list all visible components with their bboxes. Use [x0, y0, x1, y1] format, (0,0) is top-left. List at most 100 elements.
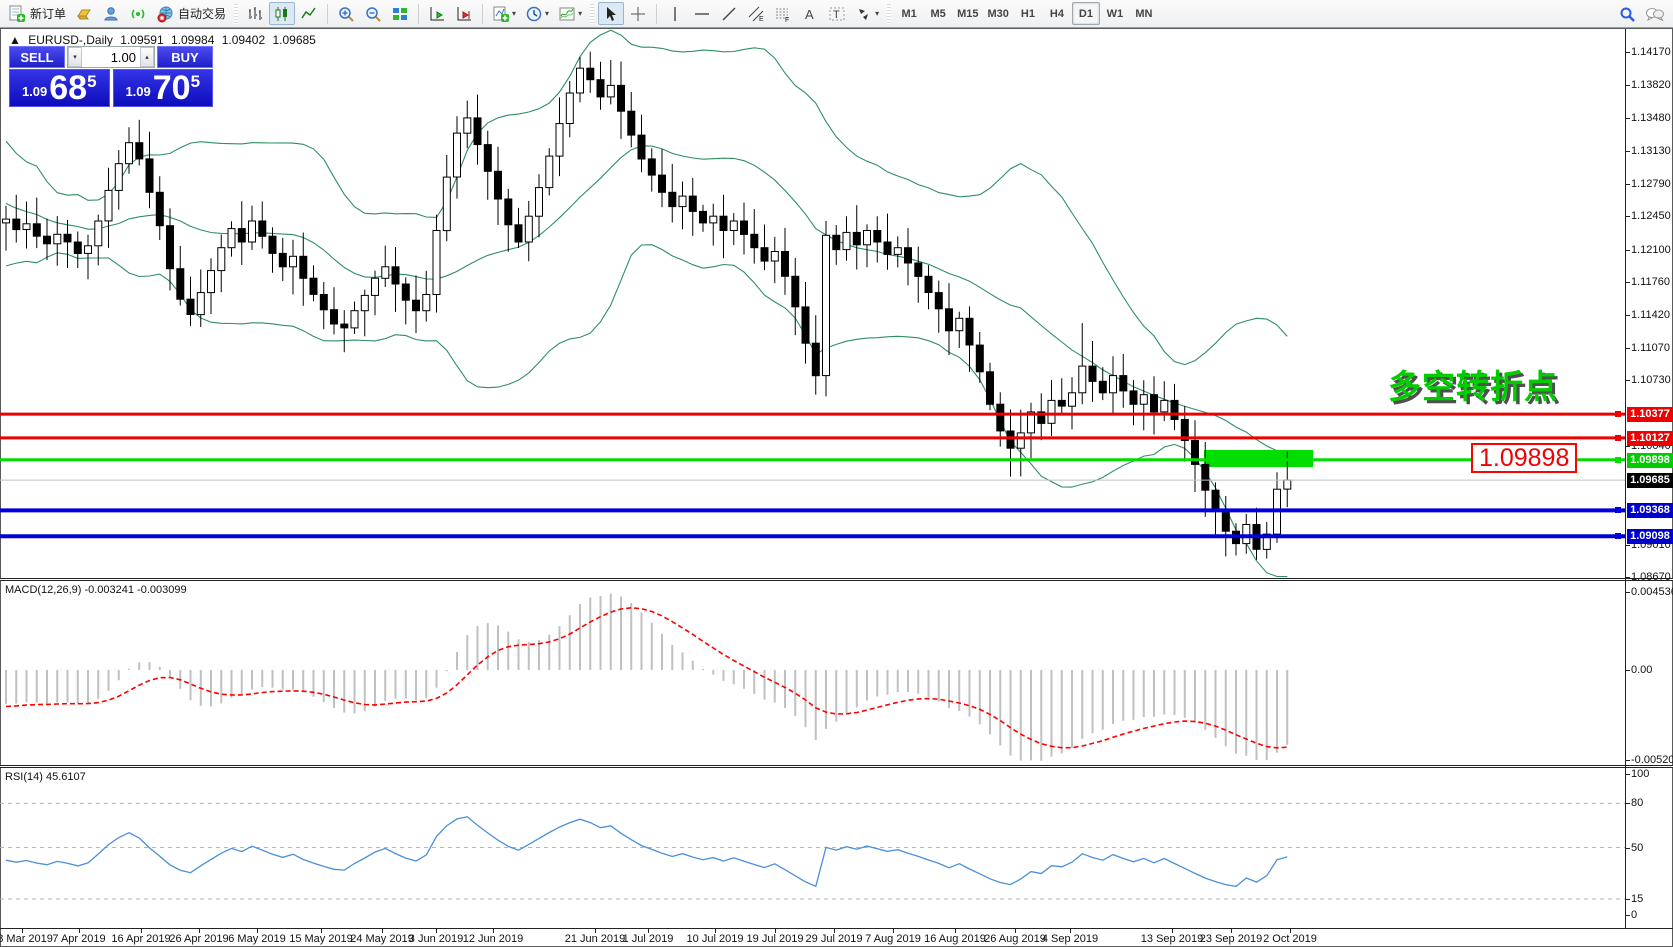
volume-increase-button[interactable]: ▴: [140, 47, 154, 67]
volume-input[interactable]: [82, 47, 140, 67]
line-anchor-marker[interactable]: [1615, 457, 1621, 463]
timeframe-button-H1[interactable]: H1: [1014, 2, 1042, 25]
timeframe-button-H4[interactable]: H4: [1043, 2, 1071, 25]
price-axis-tickmark: [1625, 118, 1630, 119]
line-anchor-marker[interactable]: [1615, 435, 1621, 441]
rsi-label: RSI(14) 45.6107: [5, 771, 86, 783]
text-button[interactable]: A: [797, 2, 823, 25]
price-axis-tick-label: 1.08670: [1631, 571, 1671, 583]
time-axis-label[interactable]: 15 May 2019: [289, 933, 353, 945]
search-button[interactable]: [1614, 2, 1640, 25]
time-axis-label[interactable]: 19 Jul 2019: [747, 933, 804, 945]
price-axis-line: [1625, 29, 1626, 928]
community-chat-button[interactable]: [1641, 2, 1669, 25]
price-chart-pane[interactable]: [0, 28, 1626, 581]
zoom-out-icon: [364, 5, 382, 23]
timeframe-button-M5[interactable]: M5: [924, 2, 952, 25]
timeframe-button-M30[interactable]: M30: [984, 2, 1013, 25]
buy-price-display[interactable]: 1.09 70 5: [113, 69, 214, 107]
time-axis-label[interactable]: 6 May 2019: [228, 933, 285, 945]
line-anchor-marker[interactable]: [1615, 507, 1621, 513]
time-axis-label[interactable]: 16 Aug 2019: [924, 933, 986, 945]
time-axis-label[interactable]: 4 Sep 2019: [1042, 933, 1098, 945]
new-order-button[interactable]: 新订单: [4, 2, 70, 25]
sell-price-display[interactable]: 1.09 68 5: [9, 69, 110, 107]
time-axis-label[interactable]: 7 Aug 2019: [865, 933, 921, 945]
trendline-button[interactable]: [716, 2, 742, 25]
timeframe-button-M15[interactable]: M15: [953, 2, 982, 25]
time-axis-label[interactable]: 2 Oct 2019: [1263, 933, 1317, 945]
price-level-badge: 1.09098: [1627, 529, 1673, 544]
macd-label: MACD(12,26,9) -0.003241 -0.003099: [5, 584, 187, 596]
ohlc-open: 1.09591: [120, 33, 163, 47]
ohlc-close: 1.09685: [272, 33, 315, 47]
time-axis-label[interactable]: 3 Jun 2019: [409, 933, 463, 945]
volume-decrease-button[interactable]: ▾: [68, 47, 82, 67]
time-axis-label[interactable]: 1 Jul 2019: [623, 933, 674, 945]
time-axis-label[interactable]: 24 May 2019: [350, 933, 414, 945]
price-axis-tickmark: [1625, 85, 1630, 86]
line-anchor-marker[interactable]: [1615, 533, 1621, 539]
timeframe-button-D1[interactable]: D1: [1072, 2, 1100, 25]
timeframe-button-W1[interactable]: W1: [1101, 2, 1129, 25]
clock-icon: [525, 5, 543, 23]
candlestick-chart-button[interactable]: [269, 2, 295, 25]
tile-windows-button[interactable]: [387, 2, 413, 25]
chart-shift-icon: [455, 5, 473, 23]
metaeditor-button[interactable]: [71, 2, 97, 25]
fibonacci-button[interactable]: F: [770, 2, 796, 25]
macd-indicator-pane[interactable]: [0, 581, 1626, 768]
rsi-axis-tickmark: [1625, 915, 1630, 916]
time-axis-label[interactable]: 29 Jul 2019: [806, 933, 863, 945]
macd-pane-splitter[interactable]: [0, 578, 1673, 581]
rsi-pane-splitter[interactable]: [0, 765, 1673, 768]
new-order-icon: [8, 5, 26, 23]
chart-shift-button[interactable]: [451, 2, 477, 25]
zoom-out-button[interactable]: [360, 2, 386, 25]
indicators-button[interactable]: ▾: [488, 2, 520, 25]
timeframe-button-MN[interactable]: MN: [1130, 2, 1158, 25]
timeframe-button-M1[interactable]: M1: [895, 2, 923, 25]
turning-point-annotation[interactable]: 多空转折点: [1388, 360, 1558, 408]
bar-chart-button[interactable]: [242, 2, 268, 25]
autotrading-button[interactable]: 自动交易: [152, 2, 230, 25]
time-axis-label[interactable]: 21 Jun 2019: [565, 933, 626, 945]
time-axis-label[interactable]: 7 Apr 2019: [52, 933, 105, 945]
price-level-badge: 1.10377: [1627, 407, 1673, 422]
signals-button[interactable]: [125, 2, 151, 25]
templates-button[interactable]: ▾: [554, 2, 586, 25]
price-axis-tickmark: [1625, 282, 1630, 283]
rsi-indicator-pane[interactable]: [0, 768, 1626, 929]
price-level-flag[interactable]: 1.09898: [1471, 443, 1577, 473]
time-axis-label[interactable]: 16 Apr 2019: [111, 933, 170, 945]
time-axis-label[interactable]: 10 Jul 2019: [687, 933, 744, 945]
time-axis-label[interactable]: 28 Mar 2019: [0, 933, 53, 945]
time-axis-label[interactable]: 26 Apr 2019: [169, 933, 228, 945]
cursor-button[interactable]: [598, 2, 624, 25]
buy-button[interactable]: BUY: [157, 46, 213, 68]
horizontal-line-button[interactable]: [689, 2, 715, 25]
sell-button[interactable]: SELL: [9, 46, 65, 68]
periods-button[interactable]: ▾: [521, 2, 553, 25]
template-icon: [558, 5, 576, 23]
macd-axis-label: -0.005205: [1631, 754, 1673, 766]
panel-collapse-arrow[interactable]: ▲: [9, 33, 21, 47]
auto-scroll-button[interactable]: [424, 2, 450, 25]
time-axis-label[interactable]: 23 Sep 2019: [1200, 933, 1262, 945]
crosshair-button[interactable]: [625, 2, 651, 25]
price-axis-tickmark: [1625, 250, 1630, 251]
tile-windows-icon: [391, 5, 409, 23]
line-anchor-marker[interactable]: [1615, 411, 1621, 417]
arrows-button[interactable]: ▾: [851, 2, 883, 25]
text-label-button[interactable]: T: [824, 2, 850, 25]
time-axis-label[interactable]: 13 Sep 2019: [1141, 933, 1203, 945]
line-chart-button[interactable]: [296, 2, 322, 25]
price-axis-tickmark: [1625, 577, 1630, 578]
equidistant-channel-button[interactable]: E: [743, 2, 769, 25]
market-watch-button[interactable]: [98, 2, 124, 25]
toolbar-grip: [234, 4, 238, 24]
vertical-line-button[interactable]: [662, 2, 688, 25]
zoom-in-button[interactable]: [333, 2, 359, 25]
time-axis-label[interactable]: 26 Aug 2019: [984, 933, 1046, 945]
time-axis-label[interactable]: 12 Jun 2019: [463, 933, 524, 945]
